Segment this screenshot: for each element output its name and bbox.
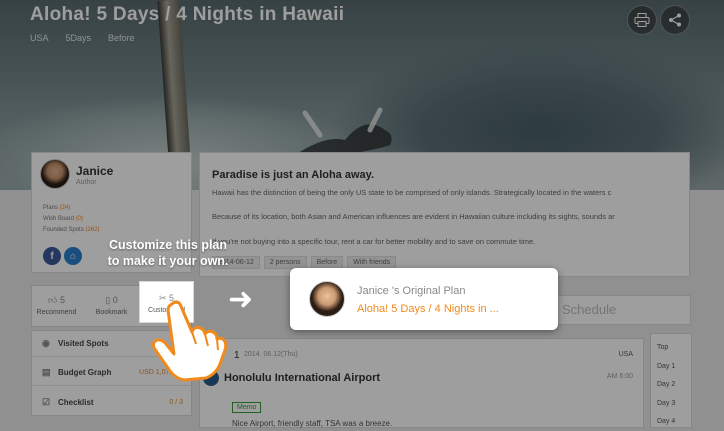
original-plan-owner: Janice 's Original Plan: [357, 285, 466, 297]
tutorial-overlay[interactable]: [0, 0, 724, 431]
tutorial-tip: Customize this plan to make it your own.: [107, 238, 229, 268]
owner-avatar: [309, 281, 345, 317]
arrow-right-icon: ➜: [228, 283, 254, 316]
original-plan-link[interactable]: Aloha! 5 Days / 4 Nights in ...: [357, 303, 499, 315]
pointing-hand-icon: [151, 300, 228, 382]
original-plan-popup[interactable]: Janice 's Original Plan Aloha! 5 Days / …: [290, 268, 558, 330]
